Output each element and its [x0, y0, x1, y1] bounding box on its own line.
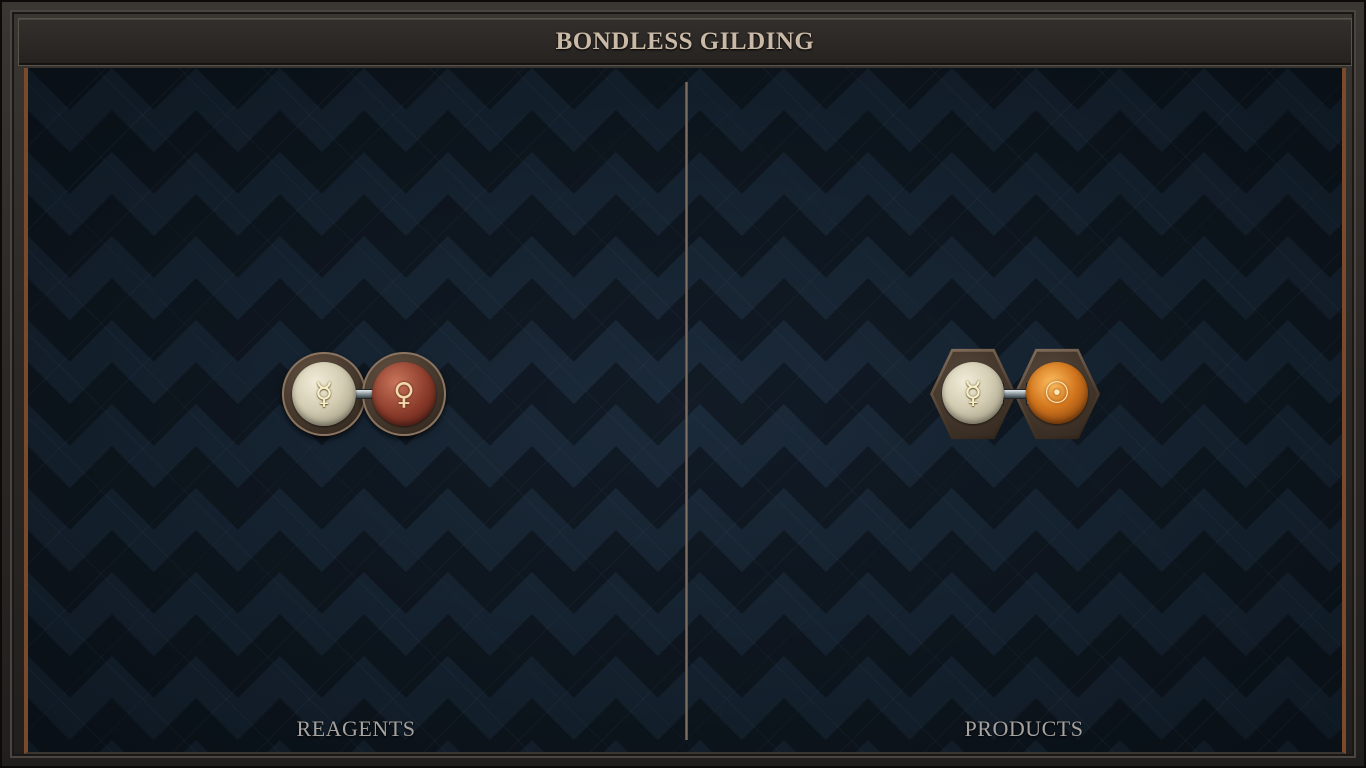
products-label: PRODUCTS: [964, 716, 1084, 741]
gold-symbol-icon: ☉: [1026, 362, 1088, 424]
reagent-molecule[interactable]: ☿ ♀: [282, 352, 446, 436]
reagents-label: REAGENTS: [296, 716, 416, 741]
title-bar: BONDLESS GILDING: [18, 18, 1352, 66]
puzzle-title: BONDLESS GILDING: [555, 28, 815, 55]
quicksilver-symbol-icon: ☿: [292, 362, 356, 426]
quicksilver-symbol-icon: ☿: [942, 362, 1004, 424]
panel-divider: [685, 82, 688, 740]
product-molecule[interactable]: ☿ ☉: [930, 346, 1100, 442]
copper-symbol-icon: ♀: [372, 362, 436, 426]
window-frame: BONDLESS GILDING ☿ ♀ REAGENTS ☿ ☉ PRODUC…: [0, 0, 1366, 768]
transmutation-board: ☿ ♀ REAGENTS ☿ ☉ PRODUCTS: [24, 68, 1346, 754]
